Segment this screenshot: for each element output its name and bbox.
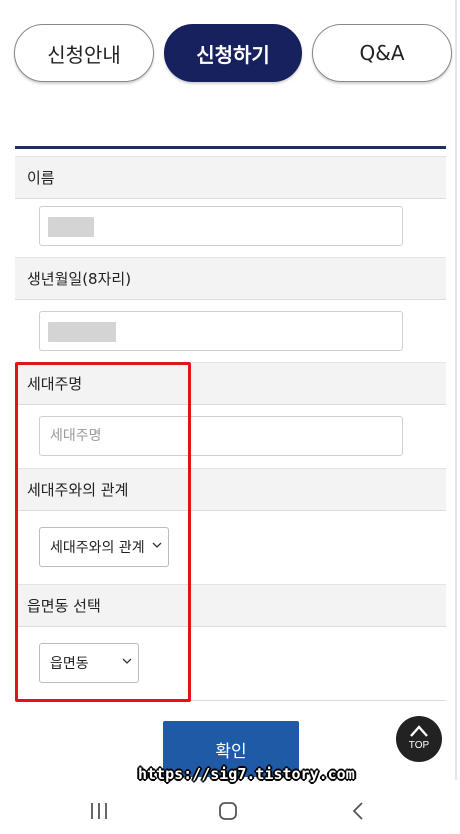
district-select-value: 읍면동	[50, 656, 89, 672]
scroll-top-button[interactable]: TOP	[396, 716, 442, 762]
householder-label: 세대주명	[15, 362, 446, 405]
home-button[interactable]	[213, 796, 243, 826]
tab-apply-info[interactable]: 신청안내	[14, 24, 154, 82]
system-nav-bar	[0, 786, 460, 834]
recent-apps-icon	[91, 803, 107, 819]
tab-bar: 신청안내 신청하기 Q&A	[14, 24, 452, 82]
recent-apps-button[interactable]	[84, 796, 114, 826]
back-button[interactable]	[343, 796, 373, 826]
birthdate-field[interactable]	[39, 311, 403, 351]
householder-input[interactable]	[39, 416, 403, 456]
form-divider	[15, 700, 446, 701]
redacted-value	[48, 322, 116, 342]
relation-label: 세대주와의 관계	[15, 468, 446, 511]
name-label: 이름	[15, 156, 446, 199]
watermark: https://sig7.tistory.com	[138, 765, 355, 783]
chevron-down-icon	[152, 542, 162, 548]
home-icon	[219, 802, 237, 820]
chevron-up-icon	[410, 725, 428, 737]
chevron-down-icon	[122, 658, 132, 664]
tab-qna[interactable]: Q&A	[312, 24, 452, 82]
redacted-value	[48, 217, 94, 237]
page-scrollbar[interactable]	[455, 0, 457, 780]
relation-select[interactable]: 세대주와의 관계	[39, 527, 169, 567]
top-label: TOP	[408, 740, 430, 751]
tab-apply[interactable]: 신청하기	[164, 24, 302, 82]
back-icon	[352, 802, 363, 820]
birthdate-label: 생년월일(8자리)	[15, 257, 446, 300]
name-field[interactable]	[39, 206, 403, 246]
district-select[interactable]: 읍면동	[39, 643, 139, 683]
district-label: 읍면동 선택	[15, 584, 446, 627]
application-form: 이름 생년월일(8자리) 세대주명 세대주와의 관계 세대주와의 관계 읍면동 …	[15, 146, 446, 683]
relation-select-value: 세대주와의 관계	[50, 540, 145, 556]
